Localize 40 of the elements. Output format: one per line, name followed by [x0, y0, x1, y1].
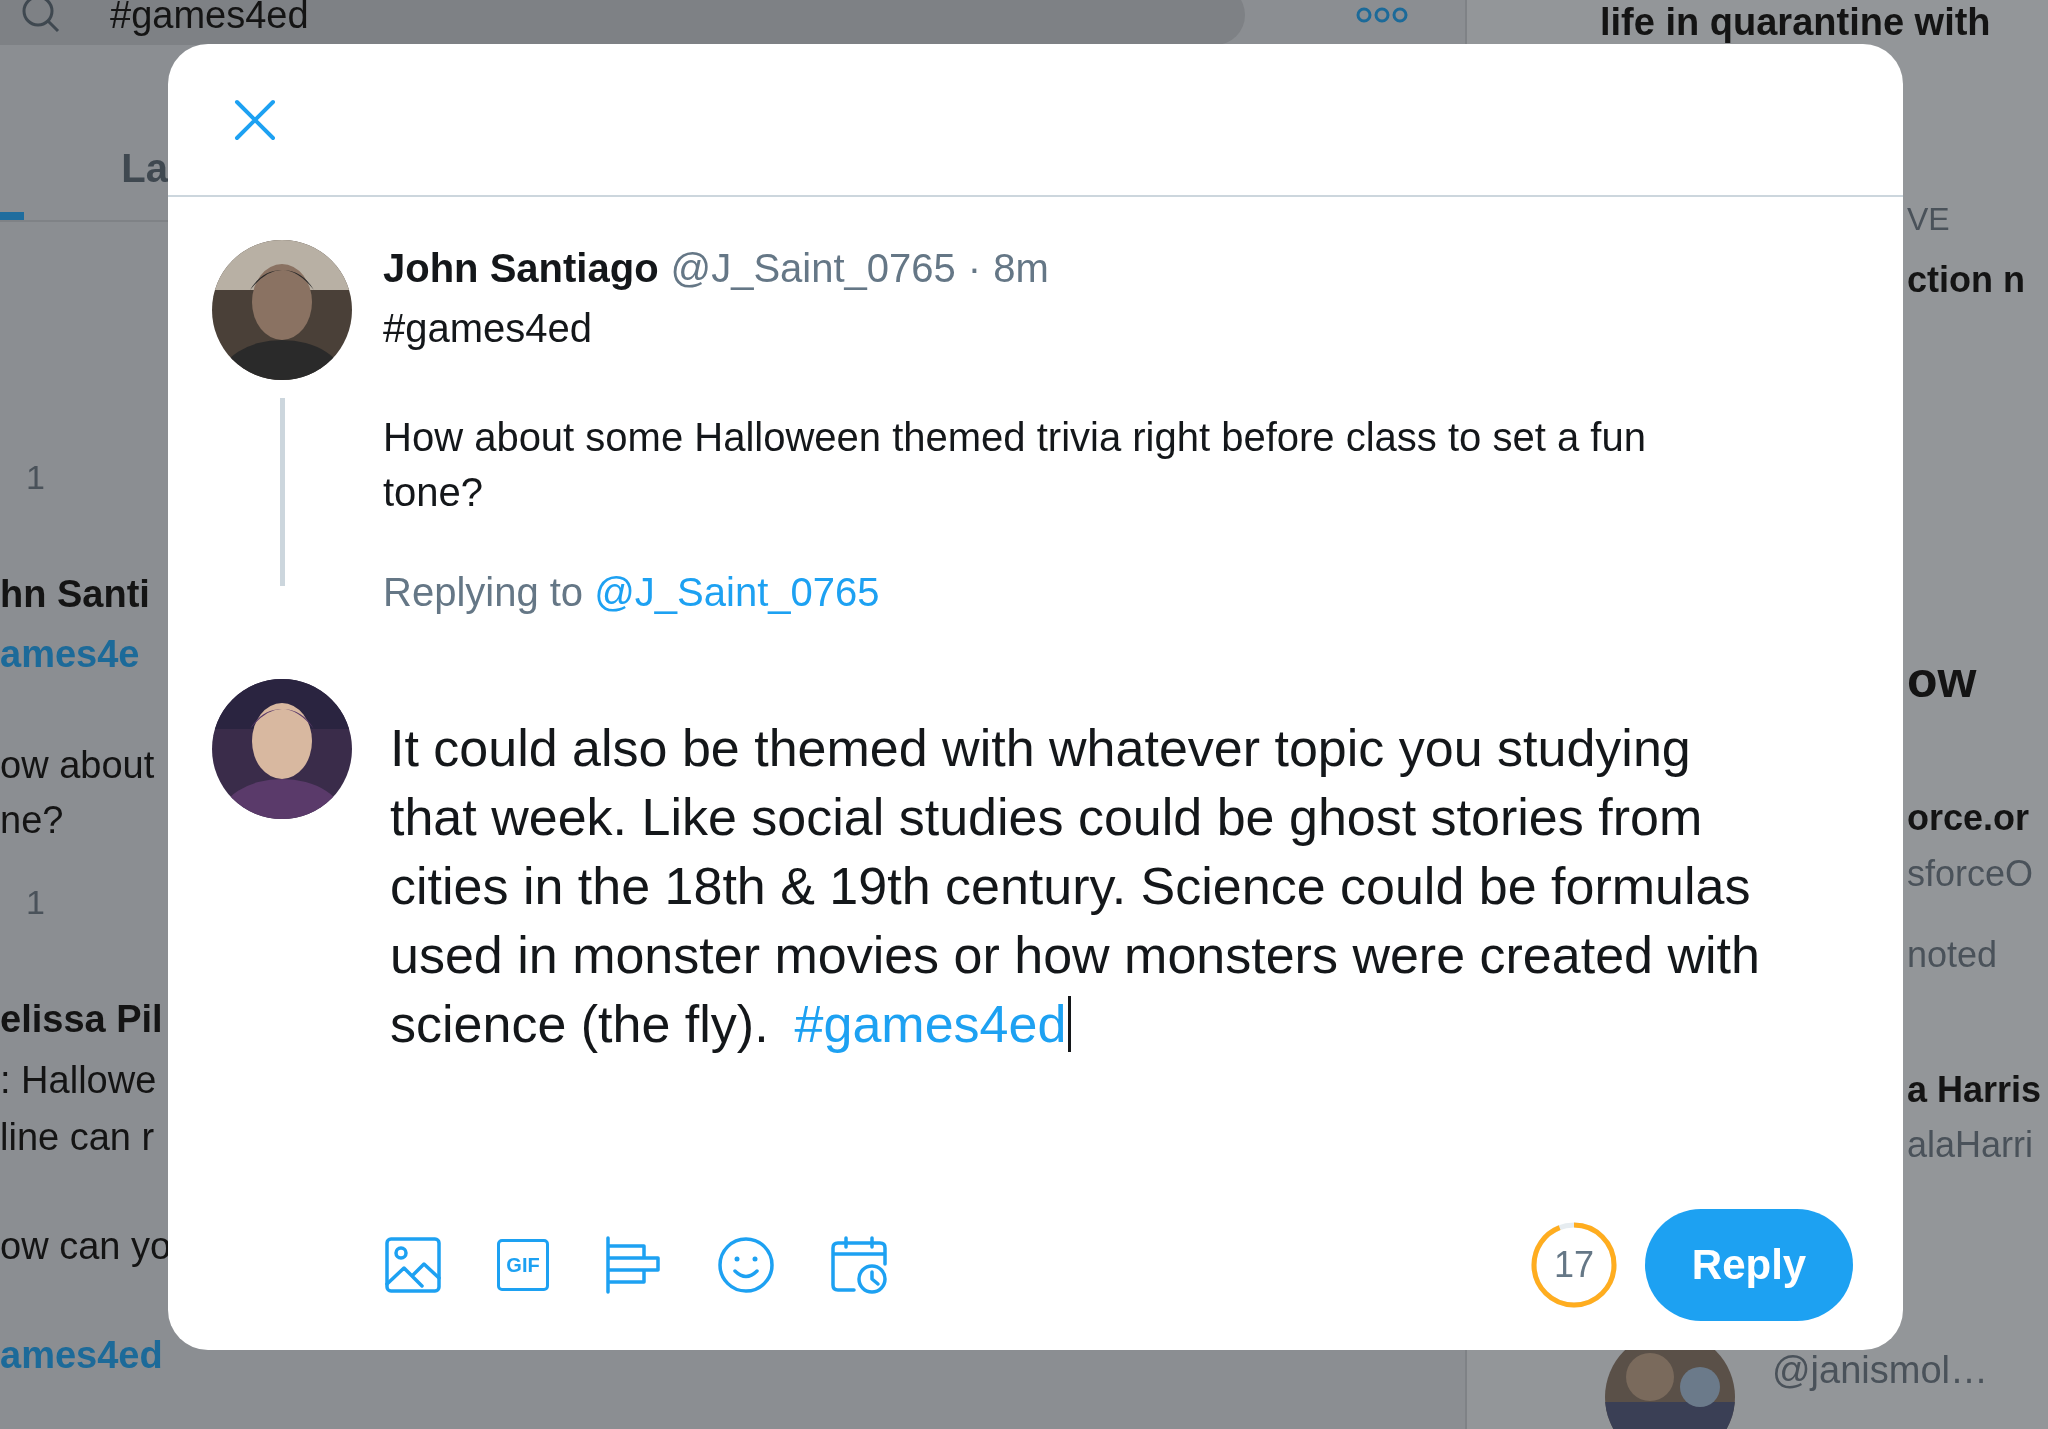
tweet-text: ne?	[0, 798, 65, 843]
image-icon[interactable]	[384, 1236, 442, 1294]
trend-headline: life in quarantine with	[1600, 2, 1992, 42]
tab[interactable]: La	[121, 124, 168, 220]
author-name: elissa Pil	[0, 997, 164, 1042]
reply-button[interactable]: Reply	[1645, 1209, 1853, 1321]
tweet-text: ow about	[0, 743, 156, 788]
tweet-text: ow can yo	[0, 1224, 168, 1269]
emoji-icon[interactable]	[717, 1236, 775, 1294]
search-field[interactable]: #games4ed	[0, 0, 1245, 45]
mention-link[interactable]: @J_Saint_0765	[594, 570, 880, 614]
hashtag-link[interactable]: ames4e	[0, 630, 168, 678]
author-name: hn Santi	[0, 572, 151, 617]
reply-count: 1	[25, 882, 46, 923]
separator: ·	[967, 245, 982, 292]
reply-field[interactable]: It could also be themed with whatever topic you studying that week. Like social studies could be ghost stories from cities in the 18th & 19th century. Science could be formulas used in monster movies or how monsters were created with science (the fly). #games4ed	[390, 714, 1790, 1059]
account-handle: noted	[1907, 933, 1999, 977]
section-heading: ow	[1907, 652, 1978, 708]
account-handle: alaHarri	[1907, 1123, 2035, 1167]
account-name: orce.or	[1907, 796, 2031, 840]
reply-count: 1	[25, 457, 46, 498]
tweet-text: : Hallowe	[0, 1058, 158, 1103]
account-handle: sforceO	[1907, 852, 2035, 896]
replying-label: Replying to	[383, 570, 584, 614]
account-name: ction n	[1907, 258, 2026, 302]
author-name[interactable]: John Santiago	[383, 243, 659, 293]
schedule-icon[interactable]	[830, 1236, 888, 1294]
tweet-time[interactable]: 8m	[993, 243, 1049, 293]
trend-label: VE	[1907, 200, 1951, 239]
tweet-text: How about some Halloween themed trivia right before class to set a fun tone?	[383, 414, 1647, 516]
account-handle: @janismol…	[1772, 1348, 1988, 1393]
tweet-text: #games4ed	[383, 305, 594, 352]
tweet-text: line can r	[0, 1115, 156, 1160]
character-counter: 17	[1529, 1220, 1619, 1310]
poll-icon[interactable]	[604, 1236, 662, 1294]
more-icon[interactable]	[1355, 5, 1409, 25]
author-handle: @J_Saint_0765	[670, 245, 956, 292]
hashtag-link[interactable]: ames4ed	[0, 1331, 168, 1379]
account-name: a Harris	[1907, 1068, 2043, 1112]
gif-icon[interactable]: GIF	[497, 1239, 549, 1291]
